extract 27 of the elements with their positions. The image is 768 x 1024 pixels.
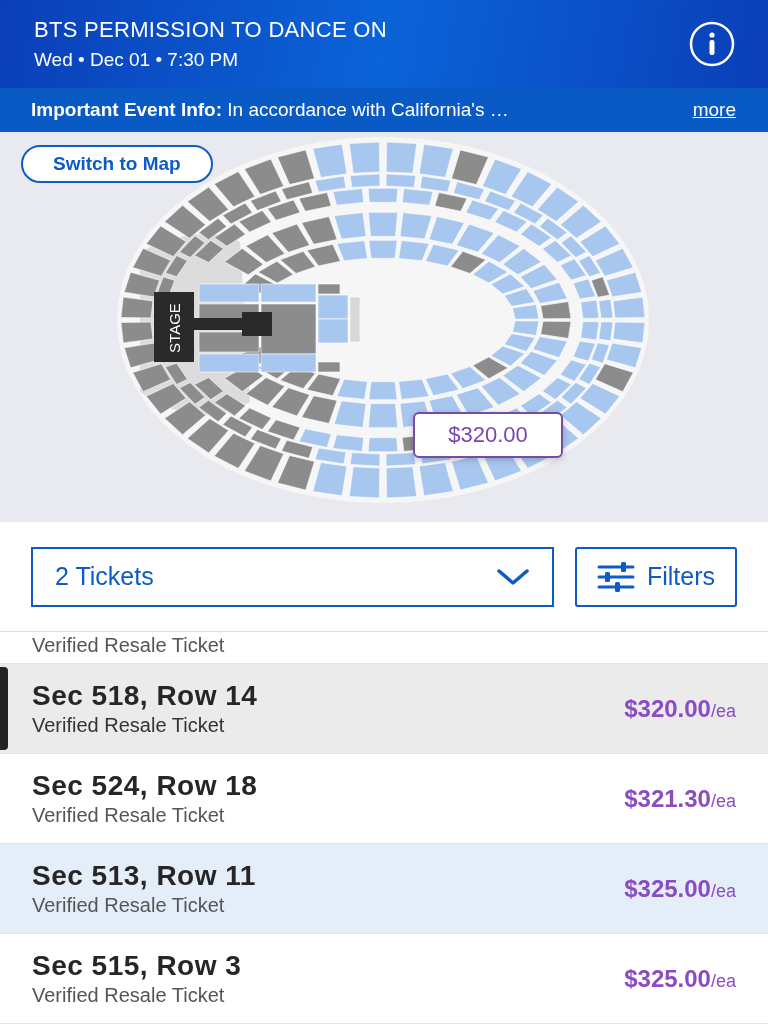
listing-section: Sec 515, Row 3 <box>32 950 242 982</box>
listing-type: Verified Resale Ticket <box>32 804 226 827</box>
sliders-icon <box>596 561 635 592</box>
listing-type: Verified Resale Ticket <box>32 894 226 917</box>
listing-price: $321.30/ea <box>624 784 736 813</box>
listing-row[interactable]: Sec 518, Row 14 Verified Resale Ticket $320.00/ea <box>0 664 768 754</box>
filters-button[interactable]: Filters <box>574 546 737 607</box>
listing-price: $320.00/ea <box>624 694 736 723</box>
listing-type: Verified Resale Ticket <box>32 984 226 1007</box>
price-callout[interactable]: $320.00 <box>413 412 563 458</box>
listing-section: Sec 513, Row 11 <box>32 860 256 892</box>
stage-label: STAGE <box>166 303 183 353</box>
info-icon[interactable] <box>688 20 736 68</box>
switch-to-map-button[interactable]: Switch to Map <box>21 145 213 183</box>
listing-price: $325.00/ea <box>624 874 736 903</box>
listing-price: $325.00/ea <box>624 964 736 993</box>
listing-section: Sec 518, Row 14 <box>32 680 258 712</box>
event-notice: Important Event Info: In accordance with California's … <box>31 99 509 121</box>
event-title: BTS PERMISSION TO DANCE ON <box>34 17 387 43</box>
ticket-quantity-dropdown[interactable]: 2 Tickets <box>31 546 554 607</box>
listing-type: Verified Resale Ticket <box>32 634 225 657</box>
chevron-down-icon <box>495 566 530 587</box>
listing-type: Verified Resale Ticket <box>32 714 226 737</box>
more-link[interactable]: more <box>692 99 736 121</box>
listing-row[interactable]: Sec 513, Row 11 Verified Resale Ticket $325.00/ea <box>0 844 768 934</box>
listing-section: Sec 524, Row 18 <box>32 770 258 802</box>
event-date: Wed • Dec 01 • 7:30 PM <box>34 49 240 71</box>
